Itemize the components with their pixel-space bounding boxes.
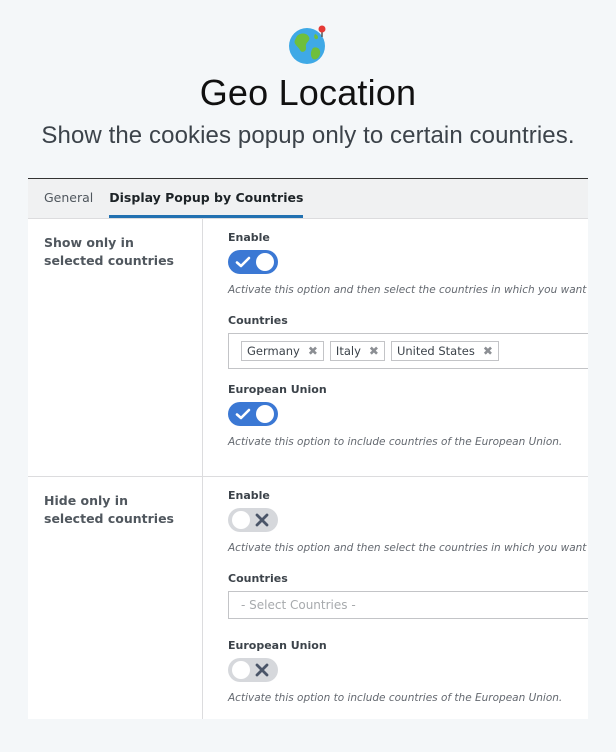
countries-label: Countries (228, 572, 288, 585)
country-chip: Italy ✖ (329, 341, 385, 361)
countries-label: Countries (228, 314, 288, 327)
select-placeholder: - Select Countries - (241, 598, 356, 612)
enable-label: Enable (228, 231, 270, 244)
hero-header: Geo Location Show the cookies popup only… (0, 0, 616, 178)
enable-label: Enable (228, 489, 270, 502)
chip-label: United States (396, 344, 475, 358)
enable-description: Activate this option and then select the… (228, 542, 587, 554)
remove-chip-icon[interactable]: ✖ (369, 344, 379, 358)
countries-select[interactable]: - Select Countries - (228, 591, 588, 619)
toggle-knob (232, 661, 250, 679)
enable-toggle[interactable] (228, 250, 278, 274)
tab-bar: General Display Popup by Countries (28, 179, 588, 219)
eu-toggle[interactable] (228, 402, 278, 426)
toggle-knob (256, 253, 274, 271)
chip-label: Germany (247, 344, 300, 358)
countries-select[interactable]: Germany ✖ Italy ✖ United States ✖ (228, 333, 588, 369)
settings-panel: General Display Popup by Countries Show … (28, 178, 588, 719)
remove-chip-icon[interactable]: ✖ (308, 344, 318, 358)
toggle-knob (256, 405, 274, 423)
tab-display-popup-by-countries[interactable]: Display Popup by Countries (109, 181, 304, 218)
section-body: Enable Activate this option and then sel… (203, 477, 588, 719)
eu-toggle[interactable] (228, 658, 278, 682)
page-title: Geo Location (199, 72, 417, 113)
section-label: Hide only in selected countries (28, 477, 203, 719)
enable-description: Activate this option and then select the… (228, 284, 587, 296)
check-icon (235, 256, 251, 268)
toggle-knob (232, 511, 250, 529)
country-chip: Germany ✖ (241, 341, 324, 361)
cross-icon (255, 663, 269, 677)
remove-chip-icon[interactable]: ✖ (483, 344, 493, 358)
country-chip: United States ✖ (390, 341, 499, 361)
check-icon (235, 408, 251, 420)
eu-label: European Union (228, 639, 327, 652)
eu-label: European Union (228, 383, 327, 396)
section-show-only-selected: Show only in selected countries Enable A… (28, 219, 588, 477)
eu-description: Activate this option to include countrie… (228, 436, 563, 448)
cross-icon (255, 513, 269, 527)
enable-toggle[interactable] (228, 508, 278, 532)
page-subtitle: Show the cookies popup only to certain c… (41, 122, 575, 149)
eu-description: Activate this option to include countrie… (228, 692, 563, 704)
chip-label: Italy (335, 344, 361, 358)
globe-icon (289, 25, 326, 64)
section-hide-only-selected: Hide only in selected countries Enable A… (28, 477, 588, 719)
section-body: Enable Activate this option and then sel… (203, 219, 588, 476)
tab-general[interactable]: General (44, 181, 93, 218)
section-label: Show only in selected countries (28, 219, 203, 476)
